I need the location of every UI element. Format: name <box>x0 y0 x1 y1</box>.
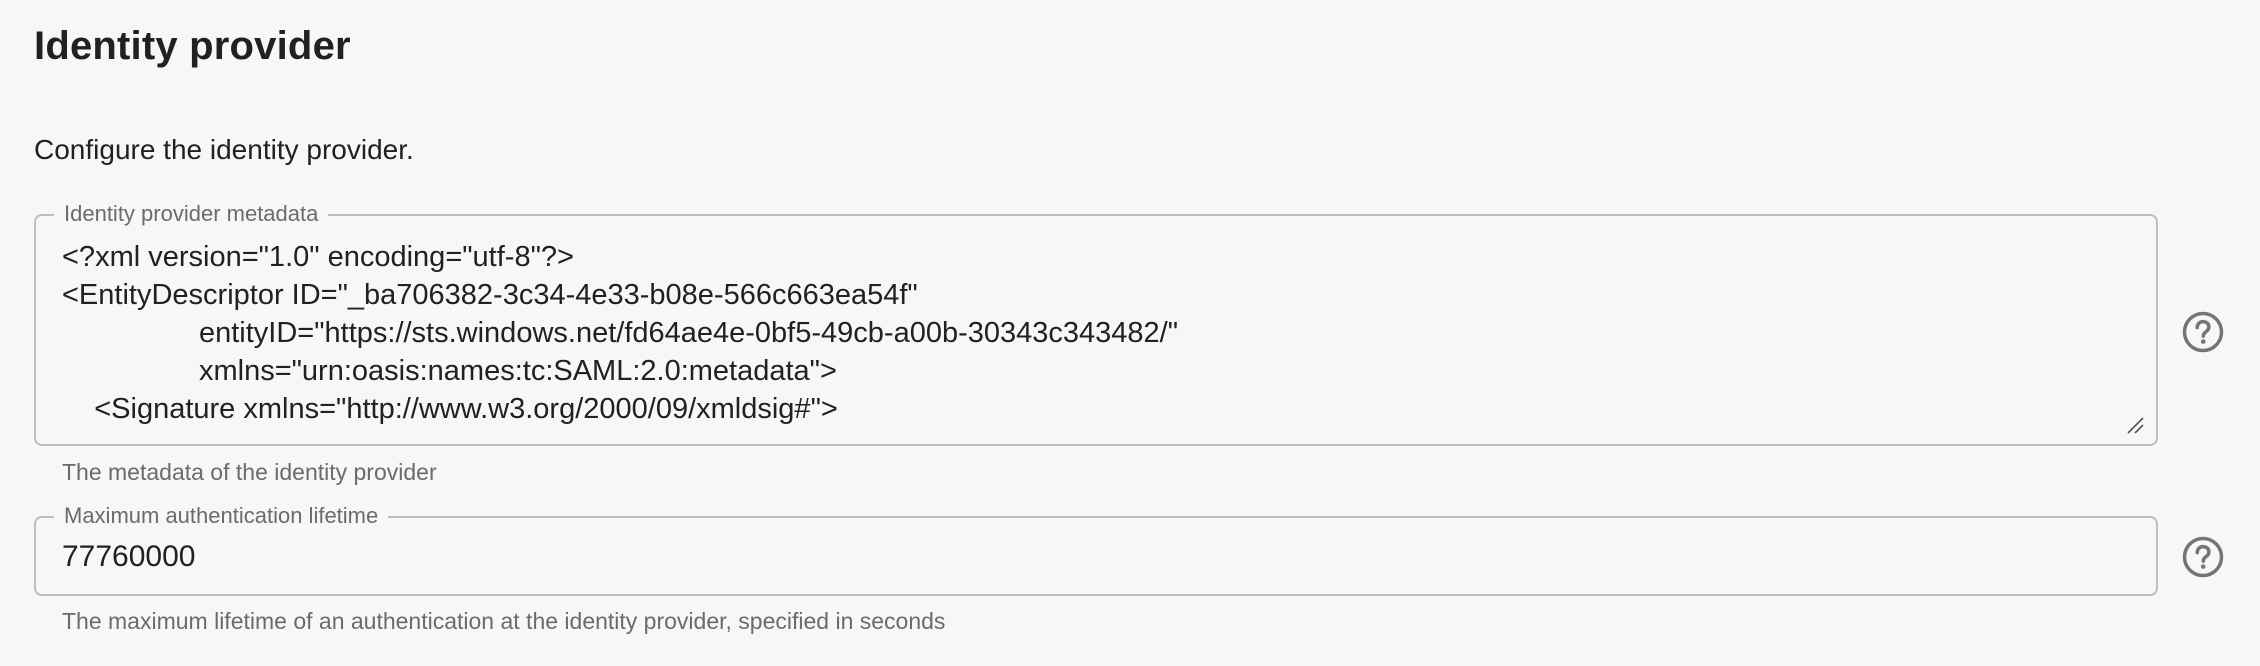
section-title: Identity provider <box>34 24 351 68</box>
help-circle-icon[interactable] <box>2181 310 2225 354</box>
identity-provider-section: Identity provider Configure the identity… <box>0 0 2260 666</box>
lifetime-input[interactable] <box>62 536 1962 578</box>
lifetime-hint: The maximum lifetime of an authenticatio… <box>62 608 946 634</box>
resize-handle-icon[interactable] <box>2126 416 2144 434</box>
lifetime-field: Maximum authentication lifetime <box>34 503 2158 596</box>
section-description: Configure the identity provider. <box>34 134 414 165</box>
help-circle-icon[interactable] <box>2181 535 2225 579</box>
metadata-hint: The metadata of the identity provider <box>62 459 437 485</box>
metadata-field: Identity provider metadata <?xml version… <box>34 201 2158 446</box>
lifetime-field-label: Maximum authentication lifetime <box>54 503 389 529</box>
metadata-field-label: Identity provider metadata <box>54 201 329 227</box>
metadata-textarea[interactable]: <?xml version="1.0" encoding="utf-8"?> <… <box>62 238 2116 434</box>
